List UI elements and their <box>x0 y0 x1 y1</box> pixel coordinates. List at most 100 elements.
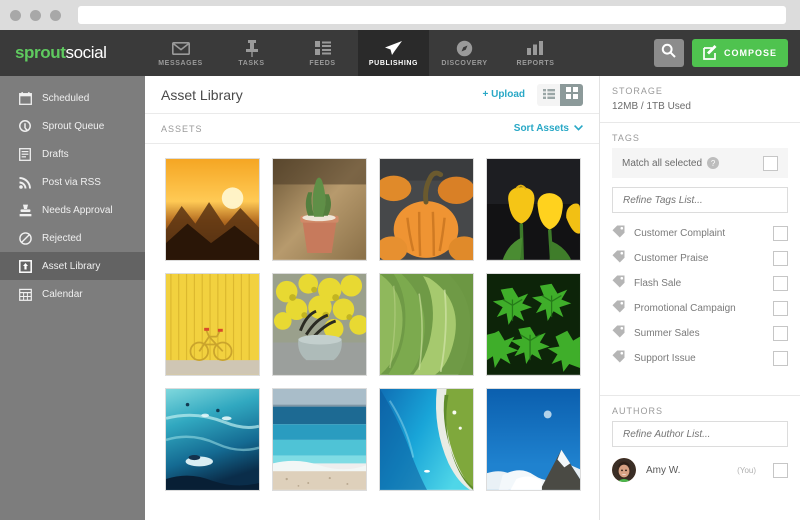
sidebar-item-rejected[interactable]: Rejected <box>0 224 145 252</box>
tags-heading: TAGS <box>612 133 640 143</box>
right-panel: STORAGE 12MB / 1TB Used TAGS Match all s… <box>600 76 800 520</box>
nav-label: PUBLISHING <box>368 59 419 67</box>
nav-item-discovery[interactable]: DISCOVERY <box>429 30 500 76</box>
refine-tags-input[interactable] <box>612 187 788 213</box>
nav-item-messages[interactable]: MESSAGES <box>145 30 216 76</box>
aerial-coastline-image <box>380 389 473 490</box>
question-mark-icon[interactable]: ? <box>707 157 720 169</box>
tag-label: Promotional Campaign <box>634 303 736 314</box>
feeds-icon <box>314 40 331 57</box>
sidebar-item-label: Sprout Queue <box>42 120 105 132</box>
green-leaves-image <box>380 274 473 375</box>
sidebar-item-asset-library[interactable]: Asset Library <box>0 252 145 280</box>
tag-checkbox[interactable] <box>773 301 788 316</box>
author-name: Amy W. <box>646 464 681 476</box>
green-maple-leaves-image <box>487 274 580 375</box>
compose-button[interactable]: COMPOSE <box>691 39 788 67</box>
author-row[interactable]: Amy W. (You) <box>612 453 788 487</box>
tag-checkbox[interactable] <box>773 326 788 341</box>
asset-thumbnail[interactable] <box>379 158 474 261</box>
tag-row[interactable]: Customer Praise <box>612 246 788 271</box>
asset-thumbnail[interactable] <box>486 388 581 491</box>
sidebar: Scheduled Sprout Queue Drafts Post via R… <box>0 76 145 520</box>
asset-thumbnail[interactable] <box>486 158 581 261</box>
sunset-mountains-image <box>166 159 259 260</box>
sidebar-item-label: Drafts <box>42 148 69 160</box>
asset-thumbnail[interactable] <box>272 388 367 491</box>
sidebar-item-calendar[interactable]: Calendar <box>0 280 145 308</box>
sidebar-item-post-via-rss[interactable]: Post via RSS <box>0 168 145 196</box>
avatar <box>612 458 636 482</box>
tag-icon <box>612 275 625 293</box>
nav-item-tasks[interactable]: TASKS <box>216 30 287 76</box>
tag-row[interactable]: Summer Sales <box>612 321 788 346</box>
match-all-checkbox[interactable] <box>763 155 778 171</box>
asset-thumbnail[interactable] <box>272 158 367 261</box>
brand-primary: sprout <box>15 43 66 62</box>
bar-chart-icon <box>527 40 544 57</box>
tag-label: Customer Praise <box>634 253 709 264</box>
tag-row[interactable]: Support Issue <box>612 346 788 371</box>
upload-button[interactable]: + Upload <box>482 89 525 100</box>
asset-thumbnail[interactable] <box>165 158 260 261</box>
asset-thumbnail[interactable] <box>379 388 474 491</box>
top-navigation: sprout social MESSAGES TASKS FEEDS PUBLI… <box>0 30 800 76</box>
main-area: Scheduled Sprout Queue Drafts Post via R… <box>0 76 800 520</box>
sidebar-item-label: Rejected <box>42 232 82 244</box>
match-all-label: Match all selected <box>622 157 703 169</box>
nav-label: REPORTS <box>516 59 555 67</box>
chevron-down-icon <box>574 123 583 134</box>
compose-label: COMPOSE <box>723 48 777 58</box>
author-checkbox[interactable] <box>773 462 788 478</box>
app-root: sprout social MESSAGES TASKS FEEDS PUBLI… <box>0 0 800 520</box>
asset-thumbnail[interactable] <box>165 388 260 491</box>
compass-icon <box>456 40 473 57</box>
nav-label: TASKS <box>238 59 265 67</box>
content-header-actions: + Upload <box>482 83 583 106</box>
tag-checkbox[interactable] <box>773 351 788 366</box>
window-minimize-dot[interactable] <box>30 9 41 21</box>
search-icon <box>661 43 677 63</box>
authors-section: AUTHORS Refine Author List... Amy W. (Yo… <box>600 396 800 497</box>
tag-row[interactable]: Customer Complaint <box>612 221 788 246</box>
snowy-mountain-peak-image <box>487 389 580 490</box>
tag-checkbox[interactable] <box>773 251 788 266</box>
view-toggle <box>537 83 583 106</box>
asset-thumbnail[interactable] <box>379 273 474 376</box>
sidebar-item-scheduled[interactable]: Scheduled <box>0 84 145 112</box>
brand-logo[interactable]: sprout social <box>0 30 145 76</box>
sidebar-item-drafts[interactable]: Drafts <box>0 140 145 168</box>
tag-label: Flash Sale <box>634 278 682 289</box>
tag-checkbox[interactable] <box>773 226 788 241</box>
tags-list: Customer Complaint Customer Praise Flash… <box>612 221 788 371</box>
asset-thumbnail[interactable] <box>272 273 367 376</box>
tag-label: Customer Complaint <box>634 228 726 239</box>
window-maximize-dot[interactable] <box>50 9 61 21</box>
window-close-dot[interactable] <box>10 9 21 21</box>
tag-checkbox[interactable] <box>773 276 788 291</box>
tag-icon <box>612 325 625 343</box>
tag-icon <box>612 225 625 243</box>
nav-item-reports[interactable]: REPORTS <box>500 30 571 76</box>
address-bar[interactable] <box>78 6 786 24</box>
tag-row[interactable]: Promotional Campaign <box>612 296 788 321</box>
grid-view-button[interactable] <box>560 83 583 106</box>
sort-assets-button[interactable]: Sort Assets <box>514 123 583 134</box>
nav-item-feeds[interactable]: FEEDS <box>287 30 358 76</box>
stamp-icon <box>18 204 32 217</box>
refine-author-input[interactable] <box>612 421 788 447</box>
asset-thumbnail[interactable] <box>486 273 581 376</box>
nav-item-publishing[interactable]: PUBLISHING <box>358 30 429 76</box>
sidebar-item-needs-approval[interactable]: Needs Approval <box>0 196 145 224</box>
sprout-queue-icon <box>18 119 32 133</box>
tag-row[interactable]: Flash Sale <box>612 271 788 296</box>
asset-thumbnail[interactable] <box>165 273 260 376</box>
match-all-row[interactable]: Match all selected ? <box>612 148 788 178</box>
search-button[interactable] <box>653 39 684 67</box>
storage-heading: STORAGE <box>612 86 663 96</box>
list-view-button[interactable] <box>537 83 560 106</box>
sidebar-item-sprout-queue[interactable]: Sprout Queue <box>0 112 145 140</box>
bicycle-yellow-wall-image <box>166 274 259 375</box>
yellow-flowers-image <box>273 274 366 375</box>
tag-icon <box>612 250 625 268</box>
